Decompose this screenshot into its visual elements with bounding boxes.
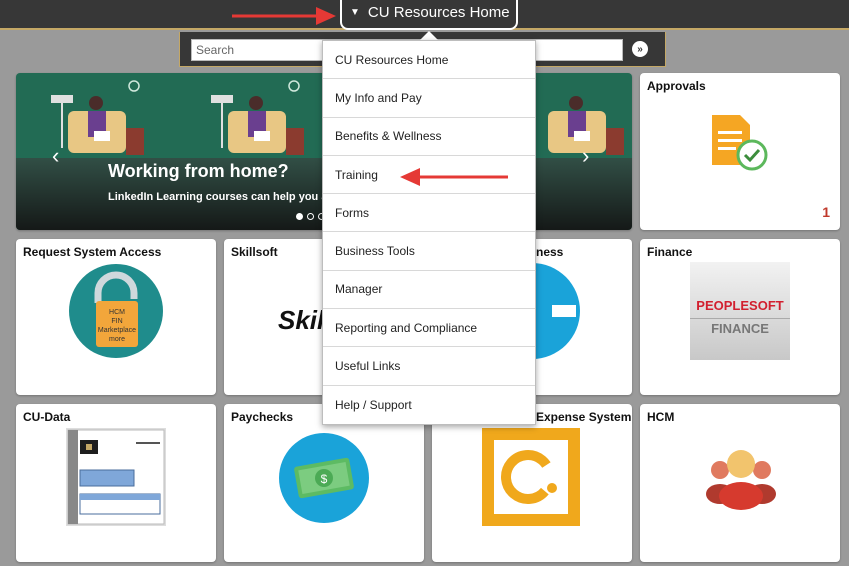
tile-approvals[interactable]: Approvals 1 <box>640 73 840 230</box>
lock-label: FIN <box>111 318 123 325</box>
lock-labels: HCM FIN Marketplace more <box>96 308 138 344</box>
report-document-icon <box>66 428 166 526</box>
menu-item-reporting-compliance[interactable]: Reporting and Compliance <box>323 309 535 348</box>
lock-label: Marketplace <box>97 327 137 334</box>
tile-cu-data[interactable]: CU-Data <box>16 404 216 562</box>
menu-item-help-support[interactable]: Help / Support <box>323 386 535 424</box>
approved-document-icon <box>712 115 768 171</box>
search-go-icon[interactable]: » <box>632 41 648 57</box>
tile-request-system-access[interactable]: Request System Access HCM FIN Marketplac… <box>16 239 216 395</box>
tile-title: Expense System <box>536 410 632 424</box>
lock-label: HCM <box>109 309 125 316</box>
lock-label: more <box>109 336 125 343</box>
people-group-icon <box>706 450 776 510</box>
tile-title: Skillsoft <box>231 245 278 259</box>
dollar-sign: $ <box>321 472 328 486</box>
menu-item-manager[interactable]: Manager <box>323 271 535 310</box>
tile-title: Paychecks <box>231 410 294 424</box>
tile-title: Finance <box>647 245 693 259</box>
skillsoft-logo: Skil <box>278 305 325 335</box>
concur-logo-icon <box>482 428 580 526</box>
caret-down-icon: ▼ <box>350 6 360 18</box>
tile-title: CU-Data <box>23 410 71 424</box>
approvals-count: 1 <box>822 204 830 220</box>
logo-line: FINANCE <box>690 318 790 336</box>
tile-title: Approvals <box>647 79 706 93</box>
peoplesoft-finance-logo: PEOPLESOFT FINANCE <box>690 262 790 360</box>
tile-paychecks[interactable]: Paychecks $ <box>224 404 424 562</box>
tile-title: ness <box>536 245 564 259</box>
tile-finance[interactable]: Finance PEOPLESOFT FINANCE <box>640 239 840 395</box>
menu-item-my-info-and-pay[interactable]: My Info and Pay <box>323 79 535 118</box>
chevron-right-icon[interactable]: › <box>582 143 589 169</box>
carousel-dots <box>296 213 325 220</box>
tile-title: HCM <box>647 410 675 424</box>
banner-subtext: LinkedIn Learning courses can help you a… <box>108 191 338 203</box>
menu-pointer <box>420 31 438 40</box>
home-dropdown-button[interactable]: ▼ CU Resources Home <box>340 0 518 30</box>
menu-item-business-tools[interactable]: Business Tools <box>323 232 535 271</box>
menu-item-useful-links[interactable]: Useful Links <box>323 347 535 386</box>
tile-title: Request System Access <box>23 245 162 259</box>
chevron-left-icon[interactable]: ‹ <box>52 143 59 169</box>
cash-icon: $ <box>279 433 369 523</box>
banner-headline: Working from home? <box>108 161 289 181</box>
carousel-dot[interactable] <box>296 213 303 220</box>
logo-line: PEOPLESOFT <box>696 298 784 313</box>
annotation-arrow-icon <box>400 168 508 186</box>
tile-hcm[interactable]: HCM <box>640 404 840 562</box>
menu-item-benefits-wellness[interactable]: Benefits & Wellness <box>323 118 535 156</box>
annotation-arrow-icon <box>232 7 336 25</box>
carousel-dot[interactable] <box>307 213 314 220</box>
tile-expense-system[interactable]: Expense System <box>432 404 632 562</box>
home-dropdown-label: CU Resources Home <box>367 3 510 21</box>
menu-item-cu-resources-home[interactable]: CU Resources Home <box>323 41 535 80</box>
home-dropdown-menu: CU Resources Home My Info and Pay Benefi… <box>322 40 536 425</box>
menu-item-forms[interactable]: Forms <box>323 194 535 233</box>
